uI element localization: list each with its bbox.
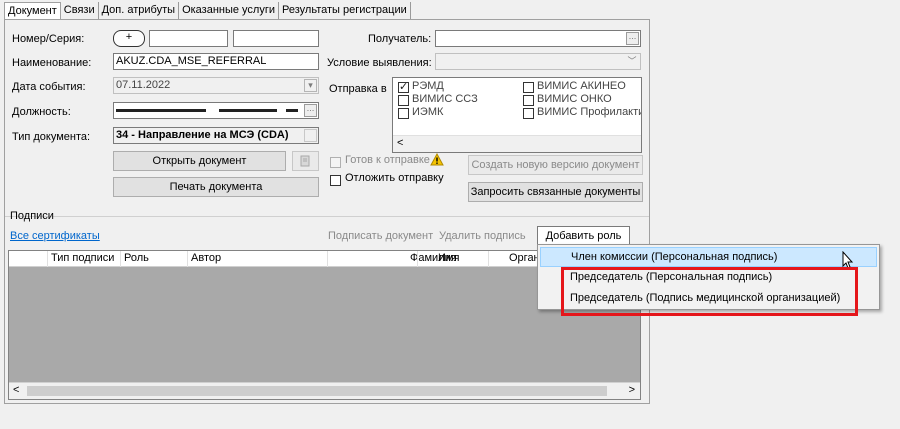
scroll-left-icon[interactable]: <	[397, 137, 403, 149]
sign-document-button[interactable]: Подписать документ	[328, 230, 433, 242]
scroll-right-icon[interactable]: >	[629, 384, 635, 396]
horizontal-scrollbar[interactable]: < >	[9, 382, 640, 399]
chevron-down-icon[interactable]: ﹀	[624, 54, 640, 69]
signatures-title: Подписи	[10, 210, 54, 222]
condition-label: Условие выявления:	[327, 57, 432, 69]
browse-icon[interactable]: …	[304, 104, 317, 117]
cursor-icon	[842, 251, 854, 269]
redacted-text	[286, 109, 298, 112]
warning-icon	[430, 153, 444, 166]
send-target-label: РЭМД	[412, 80, 444, 92]
send-target-checkbox[interactable]	[398, 95, 409, 106]
table-header-cell[interactable]: Тип подписи	[47, 251, 120, 267]
send-targets-list: РЭМД ВИМИС АКИНЕО ВИМИС ССЗ ВИМИС ОНКО И…	[392, 77, 642, 153]
send-to-label: Отправка в	[329, 83, 387, 95]
send-target-checkbox[interactable]	[398, 80, 409, 93]
condition-dropdown[interactable]: ﹀	[435, 53, 641, 70]
divider	[5, 216, 649, 217]
series-field[interactable]	[233, 30, 319, 47]
table-header-cell[interactable]: Автор	[187, 251, 327, 267]
postpone-send-checkbox[interactable]	[330, 175, 341, 186]
add-role-button[interactable]: Добавить роль	[537, 226, 630, 246]
redacted-text	[219, 109, 277, 112]
open-document-button[interactable]: Открыть документ	[113, 151, 286, 171]
tab-services[interactable]: Оказанные услуги	[179, 2, 280, 20]
table-header-cell	[9, 251, 47, 267]
table-header-cell[interactable]: Роль	[120, 251, 187, 267]
delete-signature-button[interactable]: Удалить подпись	[439, 230, 526, 242]
event-date-label: Дата события:	[12, 81, 86, 93]
postpone-send-label: Отложить отправку	[345, 172, 444, 184]
recipient-field[interactable]: …	[435, 30, 641, 47]
doctype-field[interactable]: 34 - Направление на МСЭ (CDA)	[113, 127, 319, 144]
number-field[interactable]	[149, 30, 228, 47]
send-target-label: ВИМИС ССЗ	[412, 93, 478, 105]
scroll-left-icon[interactable]: <	[13, 384, 19, 396]
send-target-checkbox[interactable]	[398, 108, 409, 119]
send-target-checkbox[interactable]	[523, 82, 534, 93]
ready-to-send-checkbox[interactable]	[330, 157, 341, 168]
document-icon-button[interactable]	[292, 151, 319, 171]
scrollbar-thumb[interactable]	[27, 386, 607, 396]
send-target-label: ВИМИС АКИНЕО	[537, 80, 626, 92]
table-header-cell[interactable]: Фамилия	[327, 251, 457, 267]
tab-registration-results[interactable]: Результаты регистрации	[279, 2, 411, 20]
menu-item-commission-member[interactable]: Член комиссии (Персональная подпись)	[540, 247, 877, 267]
all-certificates-link[interactable]: Все сертификаты	[10, 230, 100, 242]
position-field[interactable]: …	[113, 102, 319, 119]
event-date-field[interactable]: 07.11.2022 ▾	[113, 77, 319, 94]
chevron-down-icon[interactable]: ▾	[304, 79, 317, 92]
number-label: Номер/Серия:	[12, 33, 85, 45]
tab-strip: Документ Связи Доп. атрибуты Оказанные у…	[4, 2, 411, 21]
send-target-checkbox[interactable]	[523, 108, 534, 119]
table-header-cell[interactable]: Имя	[417, 251, 488, 267]
browse-icon[interactable]: …	[626, 32, 639, 45]
document-panel: Номер/Серия: + Наименование: AKUZ.CDA_MS…	[4, 19, 650, 404]
send-target-label: ВИМИС Профилактик	[537, 106, 642, 118]
doctype-label: Тип документа:	[12, 131, 91, 143]
name-field[interactable]: AKUZ.CDA_MSE_REFERRAL	[113, 53, 319, 70]
recipient-label: Получатель:	[368, 33, 432, 45]
print-document-button[interactable]: Печать документа	[113, 177, 319, 197]
event-date-value: 07.11.2022	[116, 79, 171, 91]
menu-item-chairman-organization[interactable]: Председатель (Подпись медицинской органи…	[540, 288, 877, 308]
horizontal-scrollbar[interactable]: <	[393, 135, 641, 152]
send-target-label: ИЭМК	[412, 106, 444, 118]
request-related-documents-button[interactable]: Запросить связанные документы	[468, 182, 643, 202]
send-target-label: ВИМИС ОНКО	[537, 93, 612, 105]
tab-links[interactable]: Связи	[61, 2, 99, 20]
add-number-button[interactable]: +	[113, 30, 145, 47]
menu-item-chairman-personal[interactable]: Председатель (Персональная подпись)	[540, 267, 877, 287]
name-label: Наименование:	[12, 57, 92, 69]
browse-icon[interactable]	[304, 129, 317, 142]
ready-to-send-label: Готов к отправке	[345, 154, 430, 166]
send-target-checkbox[interactable]	[523, 95, 534, 106]
add-role-menu: Член комиссии (Персональная подпись) Пре…	[537, 244, 880, 310]
position-label: Должность:	[12, 106, 71, 118]
document-icon	[300, 155, 310, 167]
redacted-text	[116, 109, 206, 112]
tab-extra-attributes[interactable]: Доп. атрибуты	[99, 2, 180, 20]
create-new-version-button[interactable]: Создать новую версию документ	[468, 155, 643, 175]
doctype-value: 34 - Направление на МСЭ (CDA)	[116, 129, 289, 141]
